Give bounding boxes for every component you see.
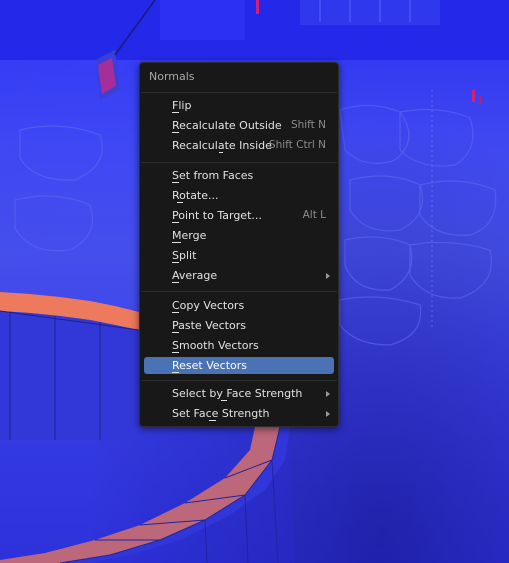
menu-item-rotate[interactable]: Rotate...	[144, 187, 334, 204]
menu-item-label: Set Face Strength	[172, 407, 270, 420]
normals-context-menu: Normals Flip Recalculate Outside Shift N Re…	[139, 62, 339, 427]
mnemonic-underline	[219, 152, 223, 153]
menu-item-label: Recalculate Outside	[172, 119, 282, 132]
mnemonic-underline	[221, 400, 227, 401]
menu-item-label: Set from Faces	[172, 169, 254, 182]
menu-item-label: Point to Target...	[172, 209, 262, 222]
menu-separator	[141, 291, 337, 292]
mnemonic-underline	[172, 182, 179, 183]
menu-item-split[interactable]: Split	[144, 247, 334, 264]
menu-item-shortcut: Alt L	[302, 209, 326, 221]
menu-item-label: Copy Vectors	[172, 299, 245, 312]
mnemonic-underline	[172, 262, 179, 263]
mnemonic-underline	[177, 202, 183, 203]
mnemonic-underline	[172, 112, 179, 113]
menu-item-label: Merge	[172, 229, 207, 242]
menu-item-shortcut: Shift N	[290, 119, 326, 131]
mnemonic-underline	[172, 372, 179, 373]
menu-item-recalculate-outside[interactable]: Recalculate Outside Shift N	[144, 117, 334, 134]
menu-item-point-to-target[interactable]: Point to Target... Alt L	[144, 207, 334, 224]
menu-item-label: Select by Face Strength	[172, 387, 303, 400]
menu-item-merge[interactable]: Merge	[144, 227, 334, 244]
menu-item-recalculate-inside[interactable]: Recalculate Inside Shift Ctrl N	[144, 137, 334, 154]
menu-item-paste-vectors[interactable]: Paste Vectors	[144, 317, 334, 334]
menu-separator	[141, 92, 337, 93]
menu-item-flip[interactable]: Flip	[144, 97, 334, 114]
menu-item-label: Split	[172, 249, 197, 262]
mnemonic-underline	[209, 420, 216, 421]
mnemonic-underline	[172, 332, 179, 333]
menu-item-label: Flip	[172, 99, 192, 112]
menu-item-label: Smooth Vectors	[172, 339, 259, 352]
menu-title: Normals	[149, 70, 195, 83]
mnemonic-underline	[172, 352, 179, 353]
menu-item-label: Rotate...	[172, 189, 219, 202]
submenu-arrow-icon	[326, 273, 330, 279]
mnemonic-underline	[172, 312, 179, 313]
menu-item-set-face-strength[interactable]: Set Face Strength	[144, 405, 334, 422]
menu-item-smooth-vectors[interactable]: Smooth Vectors	[144, 337, 334, 354]
menu-item-select-by-face-strength[interactable]: Select by Face Strength	[144, 385, 334, 402]
mnemonic-underline	[172, 132, 179, 133]
menu-separator	[141, 380, 337, 381]
menu-item-shortcut: Shift Ctrl N	[268, 139, 326, 151]
submenu-arrow-icon	[326, 411, 330, 417]
menu-item-label: Reset Vectors	[172, 359, 248, 372]
menu-item-average[interactable]: Average	[144, 267, 334, 284]
menu-separator	[141, 162, 337, 163]
mnemonic-underline	[172, 282, 179, 283]
mnemonic-underline	[172, 222, 179, 223]
mnemonic-underline	[172, 242, 181, 243]
menu-item-copy-vectors[interactable]: Copy Vectors	[144, 297, 334, 314]
menu-item-label: Paste Vectors	[172, 319, 246, 332]
menu-item-label: Average	[172, 269, 218, 282]
menu-item-reset-vectors[interactable]: Reset Vectors	[144, 357, 334, 374]
menu-item-set-from-faces[interactable]: Set from Faces	[144, 167, 334, 184]
menu-item-label: Recalculate Inside	[172, 139, 272, 152]
submenu-arrow-icon	[326, 391, 330, 397]
